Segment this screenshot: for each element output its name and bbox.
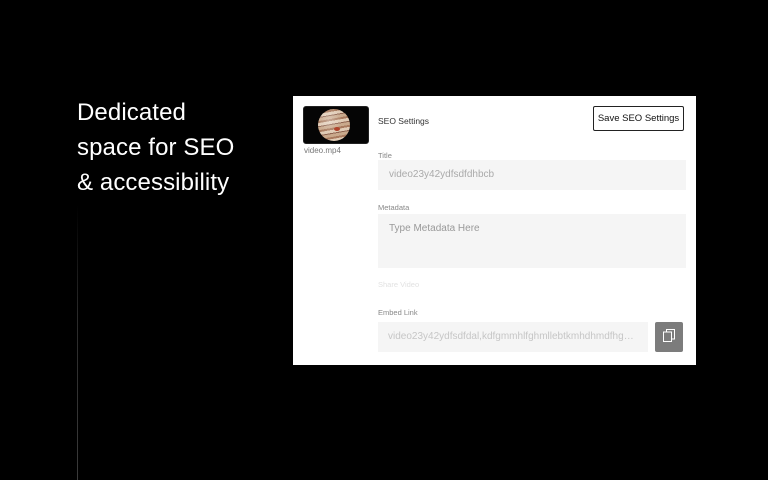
copy-embed-link-button[interactable] [655,322,683,352]
hero-headline: Dedicated space for SEO & accessibility [77,95,277,200]
planet-image [318,109,350,141]
share-video-label: Share Video [378,280,420,289]
embed-link-field[interactable]: video23y42ydfsdfdal,kdfgmmhlfghmllebtkmh… [378,322,648,352]
save-seo-settings-button[interactable]: Save SEO Settings [593,106,684,131]
hero-line-2: space for SEO [77,134,235,161]
section-title: SEO Settings [378,116,430,126]
embed-link-label: Embed Link [378,308,418,317]
metadata-field[interactable]: Type Metadata Here [378,214,686,268]
planet-spot [334,127,340,131]
hero-line-1: Dedicated [77,99,186,126]
video-filename: video.mp4 [304,146,341,155]
metadata-label: Metadata [378,203,410,212]
title-field[interactable]: video23y42ydfsdfdhbcb [378,160,686,190]
copy-icon [663,329,675,345]
video-thumbnail[interactable] [303,106,369,144]
page: Dedicated space for SEO & accessibility … [0,0,768,480]
decorative-divider [77,205,78,480]
seo-settings-panel: video.mp4 SEO Settings Save SEO Settings… [293,96,696,365]
title-label: Title [378,151,392,160]
hero-line-3: & accessibility [77,169,230,196]
